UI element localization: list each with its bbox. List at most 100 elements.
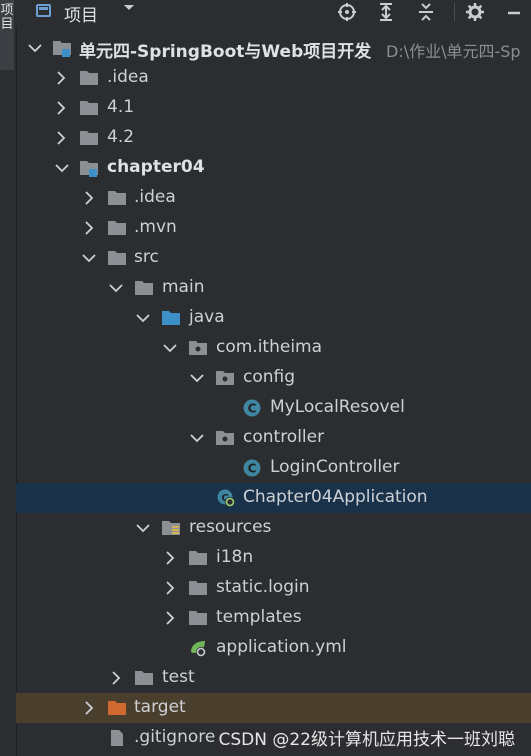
tree-label-root: 单元四-SpringBoot与Web项目开发 [79,42,372,62]
tree-row-static-login[interactable]: static.login [16,573,531,603]
chevron-right-icon[interactable] [111,671,121,685]
tree-label-login-controller: LoginController [270,457,400,477]
chevron-down-icon[interactable] [136,313,146,327]
tree-label-chapter04: chapter04 [107,157,205,177]
expand-all-icon [380,3,392,21]
file-icon [107,728,127,748]
collapse-all-button[interactable] [415,0,437,24]
collapse-all-icon [419,3,433,21]
module-folder-icon [79,158,99,178]
tree-row-4-1[interactable]: 4.1 [16,93,531,123]
chevron-right-icon[interactable] [84,221,94,235]
chevron-right-icon[interactable] [56,131,66,145]
chevron-down-icon[interactable] [55,163,65,177]
tree-row-application-yml[interactable]: application.yml [16,633,531,663]
hide-icon [508,11,520,15]
tree-label-controller: controller [243,427,325,447]
tree-row-controller[interactable]: controller [16,423,531,453]
hide-button[interactable] [503,0,525,24]
panel-title[interactable]: 项目 [64,1,98,26]
folder-icon [134,668,154,688]
package-icon [188,338,208,358]
expand-all-button[interactable] [375,0,397,24]
chevron-down-icon[interactable] [82,253,92,267]
tree-row-src[interactable]: src [16,243,531,273]
tree-row-chapter04[interactable]: chapter04 [16,153,531,183]
folder-icon [107,188,127,208]
folder-icon [188,608,208,628]
tree-label-gitignore: .gitignore [134,727,216,747]
tree-row-target[interactable]: target [16,693,531,723]
tree-label-main: main [162,277,205,297]
chevron-right-icon[interactable] [56,101,66,115]
tree-label-application: Chapter04Application [243,487,428,507]
folder-icon [79,128,99,148]
settings-button[interactable] [464,0,486,24]
chevron-right-icon[interactable] [56,71,66,85]
tree-row-chapter04-idea[interactable]: .idea [16,183,531,213]
chevron-down-icon[interactable] [163,343,173,357]
tree-label-4-1: 4.1 [107,97,135,117]
toolbar-separator [454,3,455,21]
chevron-right-icon[interactable] [165,611,175,625]
tree-row-4-2[interactable]: 4.2 [16,123,531,153]
folder-icon [107,218,127,238]
module-folder-icon [52,38,72,58]
tree-row-i18n[interactable]: i18n [16,543,531,573]
project-panel-header: 项目 [16,0,531,26]
left-tool-strip: 项目 [0,0,17,756]
class-icon [242,458,262,478]
chevron-down-icon[interactable] [190,373,200,387]
package-icon [215,428,235,448]
chevron-right-icon[interactable] [84,701,94,715]
tree-row-root[interactable]: 单元四-SpringBoot与Web项目开发 D:\作业\单元四-Sp [16,33,531,63]
tree-row-application[interactable]: Chapter04Application [16,483,531,513]
chevron-down-icon[interactable] [28,43,38,57]
tree-label-4-2: 4.2 [107,127,135,147]
tree-label-static-login: static.login [216,577,310,597]
tree-row-templates[interactable]: templates [16,603,531,633]
tree-label-application-yml: application.yml [216,637,347,657]
settings-icon [466,3,484,21]
chevron-down-icon[interactable] [190,433,200,447]
tree-row-config[interactable]: config [16,363,531,393]
yaml-config-icon [188,638,208,658]
tree-row-package[interactable]: com.itheima [16,333,531,363]
chevron-right-icon[interactable] [165,551,175,565]
package-icon [215,368,235,388]
tree-label-test: test [162,667,195,687]
tree-row-test[interactable]: test [16,663,531,693]
tree-row-login-controller[interactable]: LoginController [16,453,531,483]
tree-row-main[interactable]: main [16,273,531,303]
source-folder-icon [161,308,181,328]
folder-icon [79,68,99,88]
side-tab-label: 项目 [0,3,14,32]
tree-label-target: target [134,697,186,717]
tree-row-resources[interactable]: resources [16,513,531,543]
tree-row-resolver[interactable]: MyLocalResovel [16,393,531,423]
locate-icon [338,3,356,21]
tree-label-src: src [134,247,159,267]
tree-root-path: D:\作业\单元四-Sp [386,42,521,61]
tree-label-chapter04-idea: .idea [134,187,176,207]
view-dropdown[interactable] [122,1,136,19]
resources-folder-icon [161,518,181,538]
tree-row-java[interactable]: java [16,303,531,333]
locate-button[interactable] [336,0,358,24]
tree-label-package: com.itheima [216,337,323,357]
chevron-right-icon[interactable] [165,581,175,595]
chevron-down-icon[interactable] [136,523,146,537]
folder-icon [134,278,154,298]
tree-label-java: java [189,307,225,327]
tree-label-templates: templates [216,607,302,627]
chevron-right-icon[interactable] [84,191,94,205]
tree-row-mvn[interactable]: .mvn [16,213,531,243]
tree-label-i18n: i18n [216,547,254,567]
side-tab-project[interactable]: 项目 [0,0,14,70]
folder-icon [79,98,99,118]
tree-label-mvn: .mvn [134,217,177,237]
chevron-down-icon [124,5,134,10]
chevron-down-icon[interactable] [109,283,119,297]
tree-label-config: config [243,367,296,387]
tree-row-idea[interactable]: .idea [16,63,531,93]
